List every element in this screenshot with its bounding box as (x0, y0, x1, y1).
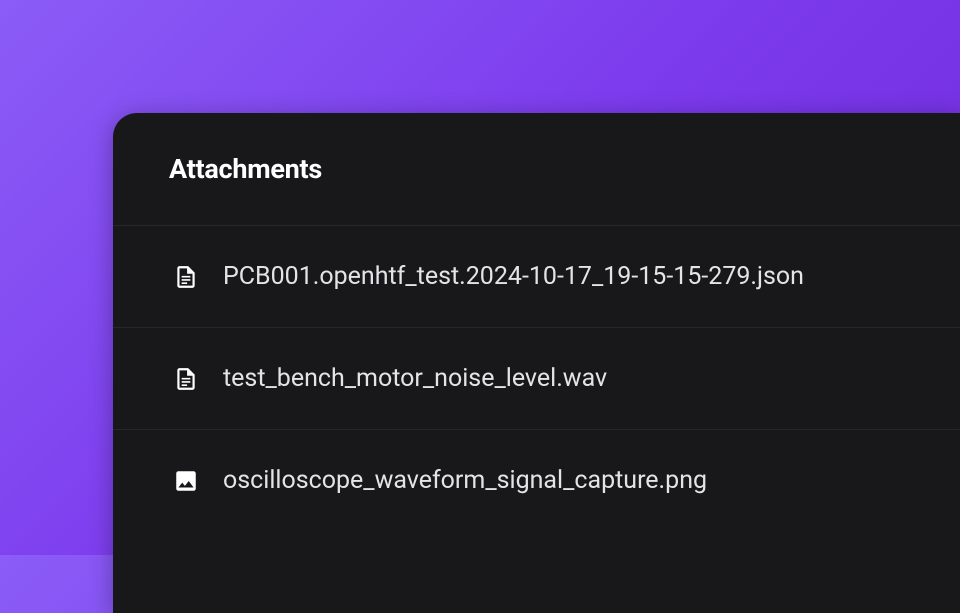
file-icon (173, 366, 199, 392)
attachment-item[interactable]: oscilloscope_waveform_signal_capture.png (113, 429, 960, 531)
attachment-name: PCB001.openhtf_test.2024-10-17_19-15-15-… (223, 262, 804, 291)
attachment-list: PCB001.openhtf_test.2024-10-17_19-15-15-… (113, 225, 960, 531)
attachment-item[interactable]: PCB001.openhtf_test.2024-10-17_19-15-15-… (113, 225, 960, 327)
attachments-panel: Attachments PCB001.openhtf_test.2024-10-… (113, 113, 960, 613)
attachment-item[interactable]: test_bench_motor_noise_level.wav (113, 327, 960, 429)
panel-header: Attachments (113, 113, 960, 225)
attachment-name: test_bench_motor_noise_level.wav (223, 364, 607, 393)
file-icon (173, 264, 199, 290)
attachment-name: oscilloscope_waveform_signal_capture.png (223, 466, 707, 495)
panel-title: Attachments (169, 153, 912, 185)
image-icon (173, 468, 199, 494)
